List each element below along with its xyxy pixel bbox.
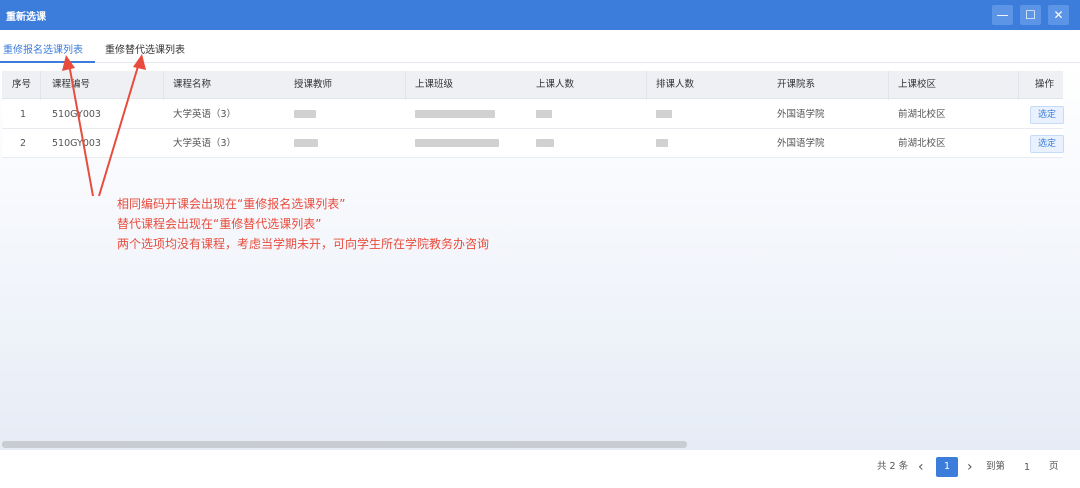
redacted-enrolled [536,110,552,118]
col-course-code: 课程编号 [52,79,91,90]
col-class: 上课班级 [415,79,454,90]
redacted-class [415,139,499,147]
maximize-button[interactable]: ☐ [1020,5,1041,25]
row-course-name: 大学英语（3） [173,138,237,149]
annotation-line-3: 两个选项均没有课程，考虑当学期未开，可向学生所在学院教务办咨询 [117,237,490,251]
col-teacher: 授课教师 [294,79,333,90]
window-title: 重新选课 [6,12,46,23]
title-bar: 重新选课 — ☐ ✕ [0,0,1080,30]
redacted-class [415,110,495,118]
pagination-total: 共 2 条 [877,461,909,472]
redacted-teacher [294,139,318,147]
row-department: 外国语学院 [777,109,825,120]
redacted-scheduled [656,110,672,118]
goto-page-input[interactable]: 1 [1014,457,1040,477]
col-course-name: 课程名称 [173,79,212,90]
row-campus: 前湖北校区 [898,138,946,149]
select-course-button[interactable]: 选定 [1030,106,1064,124]
table-header: 序号 课程编号 课程名称 授课教师 上课班级 上课人数 排课人数 开课院系 上课… [2,71,1063,99]
next-page-icon[interactable]: › [967,457,973,477]
col-enrolled: 上课人数 [536,79,575,90]
prev-page-icon[interactable]: ‹ [918,457,924,477]
minimize-button[interactable]: — [992,5,1013,25]
close-button[interactable]: ✕ [1048,5,1069,25]
select-course-button[interactable]: 选定 [1030,135,1064,153]
col-campus: 上课校区 [898,79,937,90]
row-index: 2 [20,138,27,149]
row-index: 1 [20,109,27,120]
tab-bar: 重修报名选课列表 重修替代选课列表 [0,30,1080,63]
col-index: 序号 [12,79,32,90]
redacted-enrolled [536,139,554,147]
annotation-line-2: 替代课程会出现在“重修替代选课列表” [117,217,322,231]
table-row: 2 510GY003 大学英语（3） 外国语学院 前湖北校区 选定 [2,129,1064,158]
row-course-code: 510GY003 [52,138,101,149]
annotation-line-1: 相同编码开课会出现在“重修报名选课列表” [117,197,346,211]
col-scheduled: 排课人数 [656,79,695,90]
redacted-teacher [294,110,316,118]
row-department: 外国语学院 [777,138,825,149]
row-campus: 前湖北校区 [898,109,946,120]
current-page-button[interactable]: 1 [936,457,958,477]
row-course-name: 大学英语（3） [173,109,237,120]
col-action: 操作 [1035,79,1055,90]
row-course-code: 510GY003 [52,109,101,120]
col-department: 开课院系 [777,79,816,90]
tab-retake-substitute-list[interactable]: 重修替代选课列表 [105,41,185,56]
goto-label: 到第 [986,461,1006,472]
horizontal-scrollbar[interactable] [2,441,687,448]
redacted-scheduled [656,139,668,147]
page-unit-label: 页 [1049,461,1059,472]
table-row: 1 510GY003 大学英语（3） 外国语学院 前湖北校区 选定 [2,100,1064,129]
tab-retake-signup-list[interactable]: 重修报名选课列表 [3,41,83,56]
